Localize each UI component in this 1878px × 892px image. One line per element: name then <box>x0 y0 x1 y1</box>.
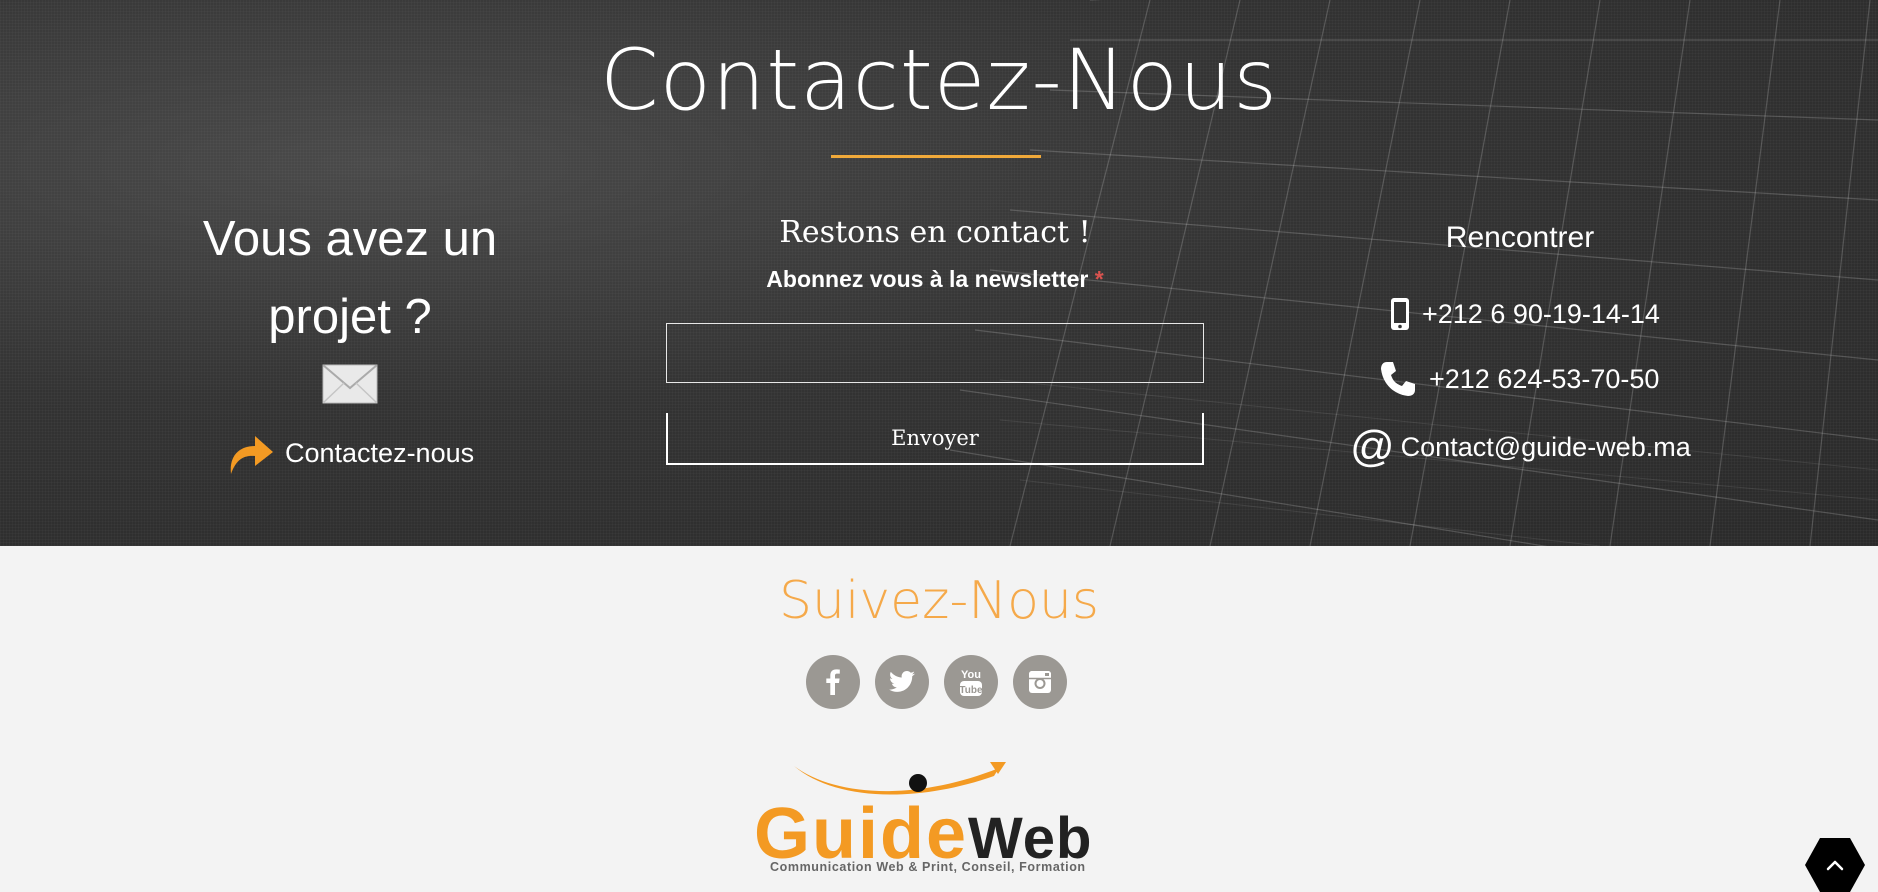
mobile-phone-icon <box>1391 298 1409 330</box>
twitter-button[interactable] <box>875 655 929 709</box>
logo-tagline: Communication Web & Print, Conseil, Form… <box>770 860 1086 874</box>
phone-number-link[interactable]: +212 624-53-70-50 <box>1429 364 1659 395</box>
envelope-icon <box>322 364 378 404</box>
meet-heading: Rencontrer <box>1445 221 1595 254</box>
instagram-button[interactable] <box>1013 655 1067 709</box>
email-row: @ Contact@guide-web.ma <box>1350 425 1691 469</box>
phone-row: +212 624-53-70-50 <box>1379 360 1659 398</box>
svg-text:You: You <box>961 669 981 681</box>
phone-icon <box>1381 362 1415 396</box>
youtube-button[interactable]: You Tube <box>944 655 998 709</box>
title-underline <box>831 155 1041 158</box>
newsletter-heading: Restons en contact ! <box>779 215 1091 250</box>
newsletter-label-text: Abonnez vous à la newsletter <box>766 266 1089 292</box>
back-to-top-button[interactable] <box>1805 838 1865 892</box>
email-link[interactable]: Contact@guide-web.ma <box>1401 432 1691 463</box>
project-column: Vous avez un projet ? <box>150 200 550 404</box>
mobile-row: +212 6 90-19-14-14 <box>1390 297 1660 331</box>
twitter-icon <box>889 671 915 692</box>
meet-column: Rencontrer <box>1320 210 1720 266</box>
svg-text:Tube: Tube <box>959 685 983 696</box>
at-sign-icon: @ <box>1350 422 1395 471</box>
newsletter-label: Abonnez vous à la newsletter * <box>666 266 1204 293</box>
contact-us-label: Contactez-nous <box>285 437 475 468</box>
newsletter-column: Restons en contact ! Abonnez vous à la n… <box>666 210 1204 465</box>
facebook-icon <box>826 669 840 695</box>
facebook-button[interactable] <box>806 655 860 709</box>
project-heading: Vous avez un projet ? <box>202 212 498 344</box>
newsletter-email-input[interactable] <box>666 323 1204 383</box>
send-button[interactable]: Envoyer <box>666 413 1204 465</box>
follow-us-title: Suivez-Nous <box>779 571 1099 631</box>
mobile-number-link[interactable]: +212 6 90-19-14-14 <box>1422 299 1660 330</box>
guideweb-logo[interactable]: GuideWeb Communication Web & Print, Cons… <box>754 758 1110 878</box>
required-mark: * <box>1094 266 1104 292</box>
youtube-icon: You Tube <box>959 669 983 696</box>
share-arrow-icon <box>230 436 273 474</box>
contact-us-link[interactable]: Contactez-nous <box>227 430 474 476</box>
social-links: You Tube <box>806 655 1067 709</box>
contact-hero-section: Contactez-Nous Vous avez un projet ? Con… <box>0 0 1878 546</box>
page-title: Contactez-Nous <box>599 31 1279 129</box>
instagram-icon <box>1029 671 1051 693</box>
